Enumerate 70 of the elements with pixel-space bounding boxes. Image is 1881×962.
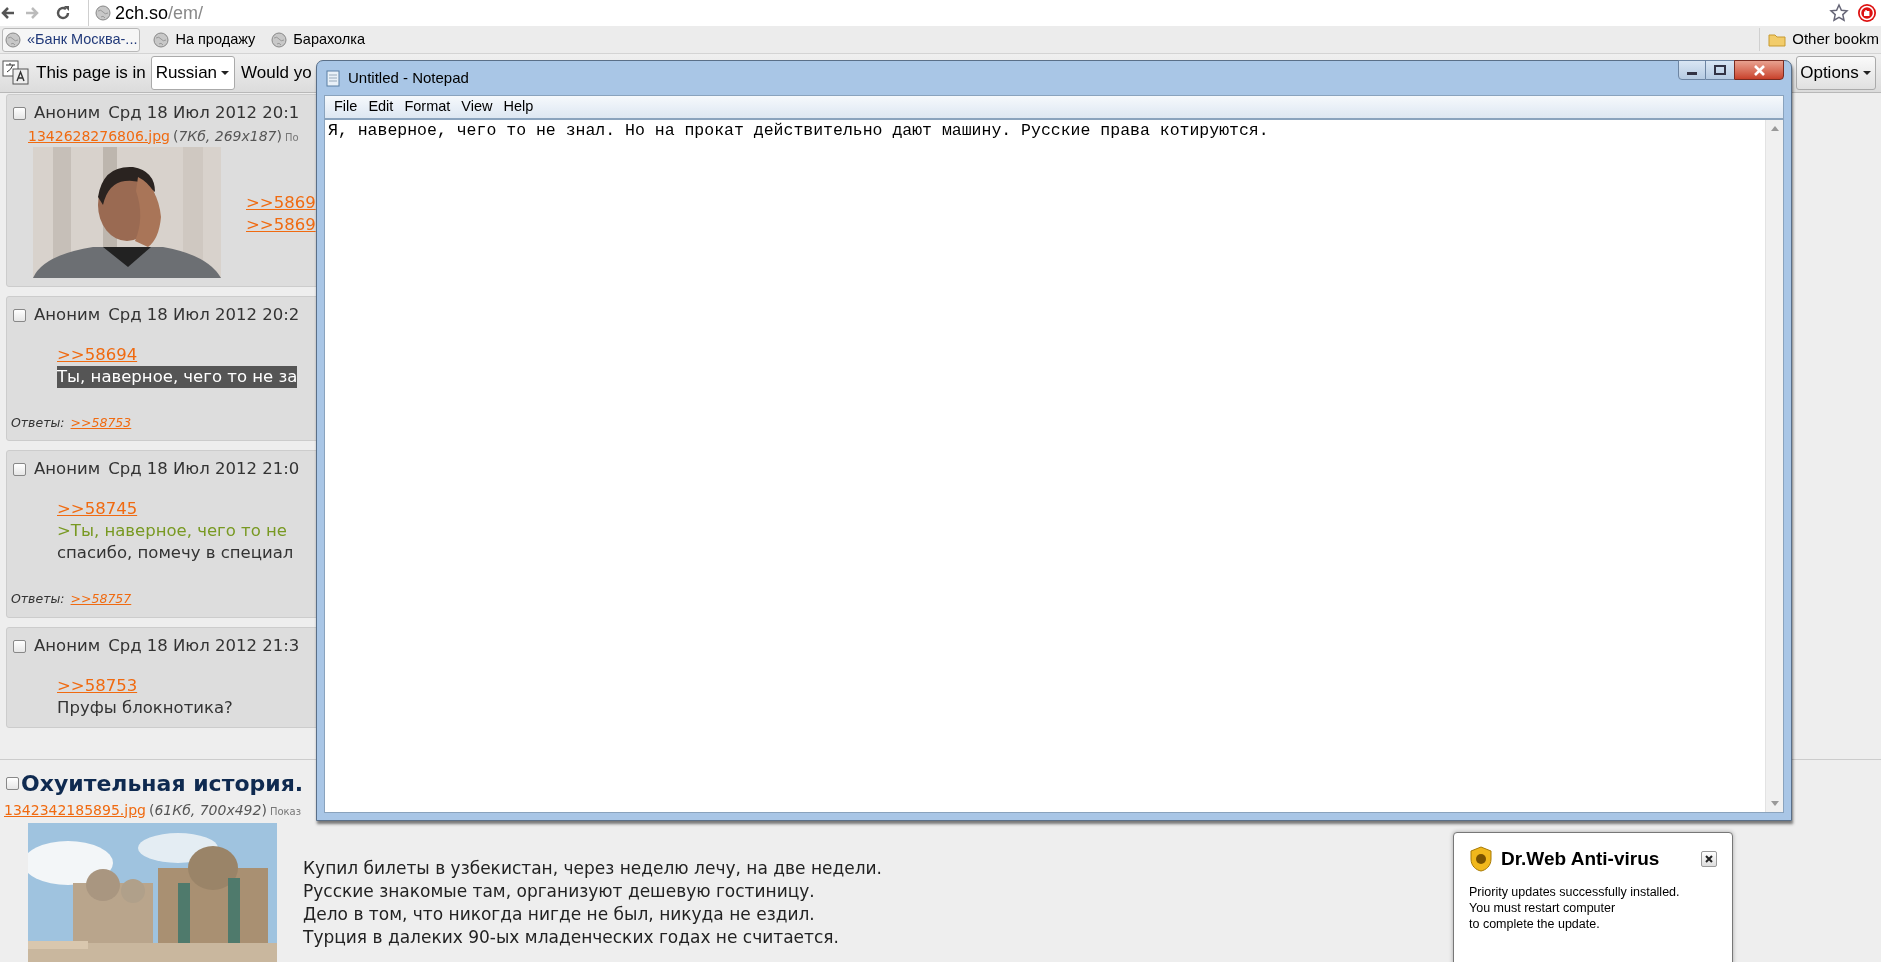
globe-icon <box>5 31 21 48</box>
back-icon[interactable] <box>0 5 16 21</box>
checkbox[interactable] <box>13 106 26 120</box>
thread-title: Охуительная история. <box>21 769 304 798</box>
maximize-icon <box>1714 65 1726 75</box>
other-bookmarks[interactable]: Other bookm <box>1759 28 1879 51</box>
close-icon <box>1752 64 1766 76</box>
url-text: 2ch.so/em/ <box>115 1 204 25</box>
stop-icon[interactable] <box>1857 3 1877 23</box>
menu-item[interactable]: View <box>456 96 498 118</box>
globe-icon <box>95 5 111 21</box>
show-link[interactable]: Показ <box>269 803 301 819</box>
replies-label: Ответы: <box>11 413 65 432</box>
minimize-button[interactable] <box>1678 60 1706 80</box>
menu-item[interactable]: Format <box>399 96 456 118</box>
quote-text: >Ты, наверное, чего то не <box>57 520 287 542</box>
shield-icon <box>1469 846 1493 873</box>
close-button[interactable] <box>1701 851 1717 868</box>
scroll-up-icon[interactable] <box>1770 126 1779 131</box>
post-date: Срд 18 Июл 2012 20:1 <box>108 102 300 124</box>
file-info: (61Кб, 700x492) <box>148 800 267 820</box>
post-date: Срд 18 Июл 2012 21:0 <box>108 458 300 481</box>
post-text: спасибо, помечу в специал <box>57 542 294 564</box>
language-dropdown[interactable]: Russian <box>150 56 236 90</box>
notepad-icon <box>326 69 340 87</box>
post-text: Дело в том, что никогда нигде не был, никуда не ездил. <box>303 902 816 926</box>
forward-icon[interactable] <box>24 5 40 21</box>
translate-question: Would yo <box>241 62 312 85</box>
maximize-button[interactable] <box>1706 60 1734 80</box>
close-icon <box>1705 855 1713 864</box>
options-button[interactable]: Options <box>1796 56 1876 90</box>
post-author: Аноним <box>34 634 101 657</box>
post-author: Аноним <box>34 458 101 481</box>
bookmark-item[interactable]: Барахолка <box>268 27 369 52</box>
window-title: Untitled - Notepad <box>348 67 469 88</box>
bookmark-item[interactable]: «Банк Москва-... <box>2 27 141 52</box>
popup-message: Priority updates successfully installed. You must restart computer to complete the update. <box>1469 883 1681 932</box>
folder-icon <box>1768 32 1787 47</box>
translate-icon <box>2 60 30 86</box>
globe-icon <box>271 31 288 48</box>
checkbox[interactable] <box>13 463 26 477</box>
menu-item[interactable]: Edit <box>363 96 399 118</box>
minimize-icon <box>1687 72 1697 75</box>
selected-text: Ты, наверное, чего то не за <box>57 365 298 388</box>
scroll-down-icon[interactable] <box>1770 801 1779 806</box>
post-text: Русские знакомые там, организуют дешевую гостиницу. <box>303 879 816 903</box>
menu-item[interactable]: File <box>329 96 363 118</box>
scrollbar[interactable] <box>1765 120 1783 812</box>
checkbox[interactable] <box>13 308 26 322</box>
star-icon[interactable] <box>1829 3 1849 23</box>
post-author: Аноним <box>34 303 101 326</box>
post-text: Пруфы блокнотика? <box>57 696 233 719</box>
post-date: Срд 18 Июл 2012 20:2 <box>108 303 300 326</box>
checkbox[interactable] <box>6 776 19 790</box>
post-text: Купил билеты в узбекистан, через неделю лечу, на две недели. <box>303 856 882 880</box>
dropdown-caret-icon <box>220 70 231 76</box>
menu-item[interactable]: Help <box>498 96 539 118</box>
globe-icon <box>153 31 170 48</box>
post-text: Турция в далеких 90-ых младенческих годах не считается. <box>303 925 840 949</box>
reload-icon[interactable] <box>54 4 72 22</box>
checkbox[interactable] <box>13 639 26 653</box>
post-author: Аноним <box>34 102 101 124</box>
popup-title: Dr.Web Anti-virus <box>1501 847 1660 871</box>
dropdown-caret-icon <box>1861 70 1872 76</box>
replies-label: Ответы: <box>11 590 65 608</box>
close-button[interactable] <box>1734 60 1784 80</box>
translate-message: This page is in <box>36 62 146 85</box>
bookmark-item[interactable]: На продажу <box>150 27 259 52</box>
post-date: Срд 18 Июл 2012 21:3 <box>108 634 300 657</box>
file-info: (7Кб, 269x187) <box>172 126 282 146</box>
